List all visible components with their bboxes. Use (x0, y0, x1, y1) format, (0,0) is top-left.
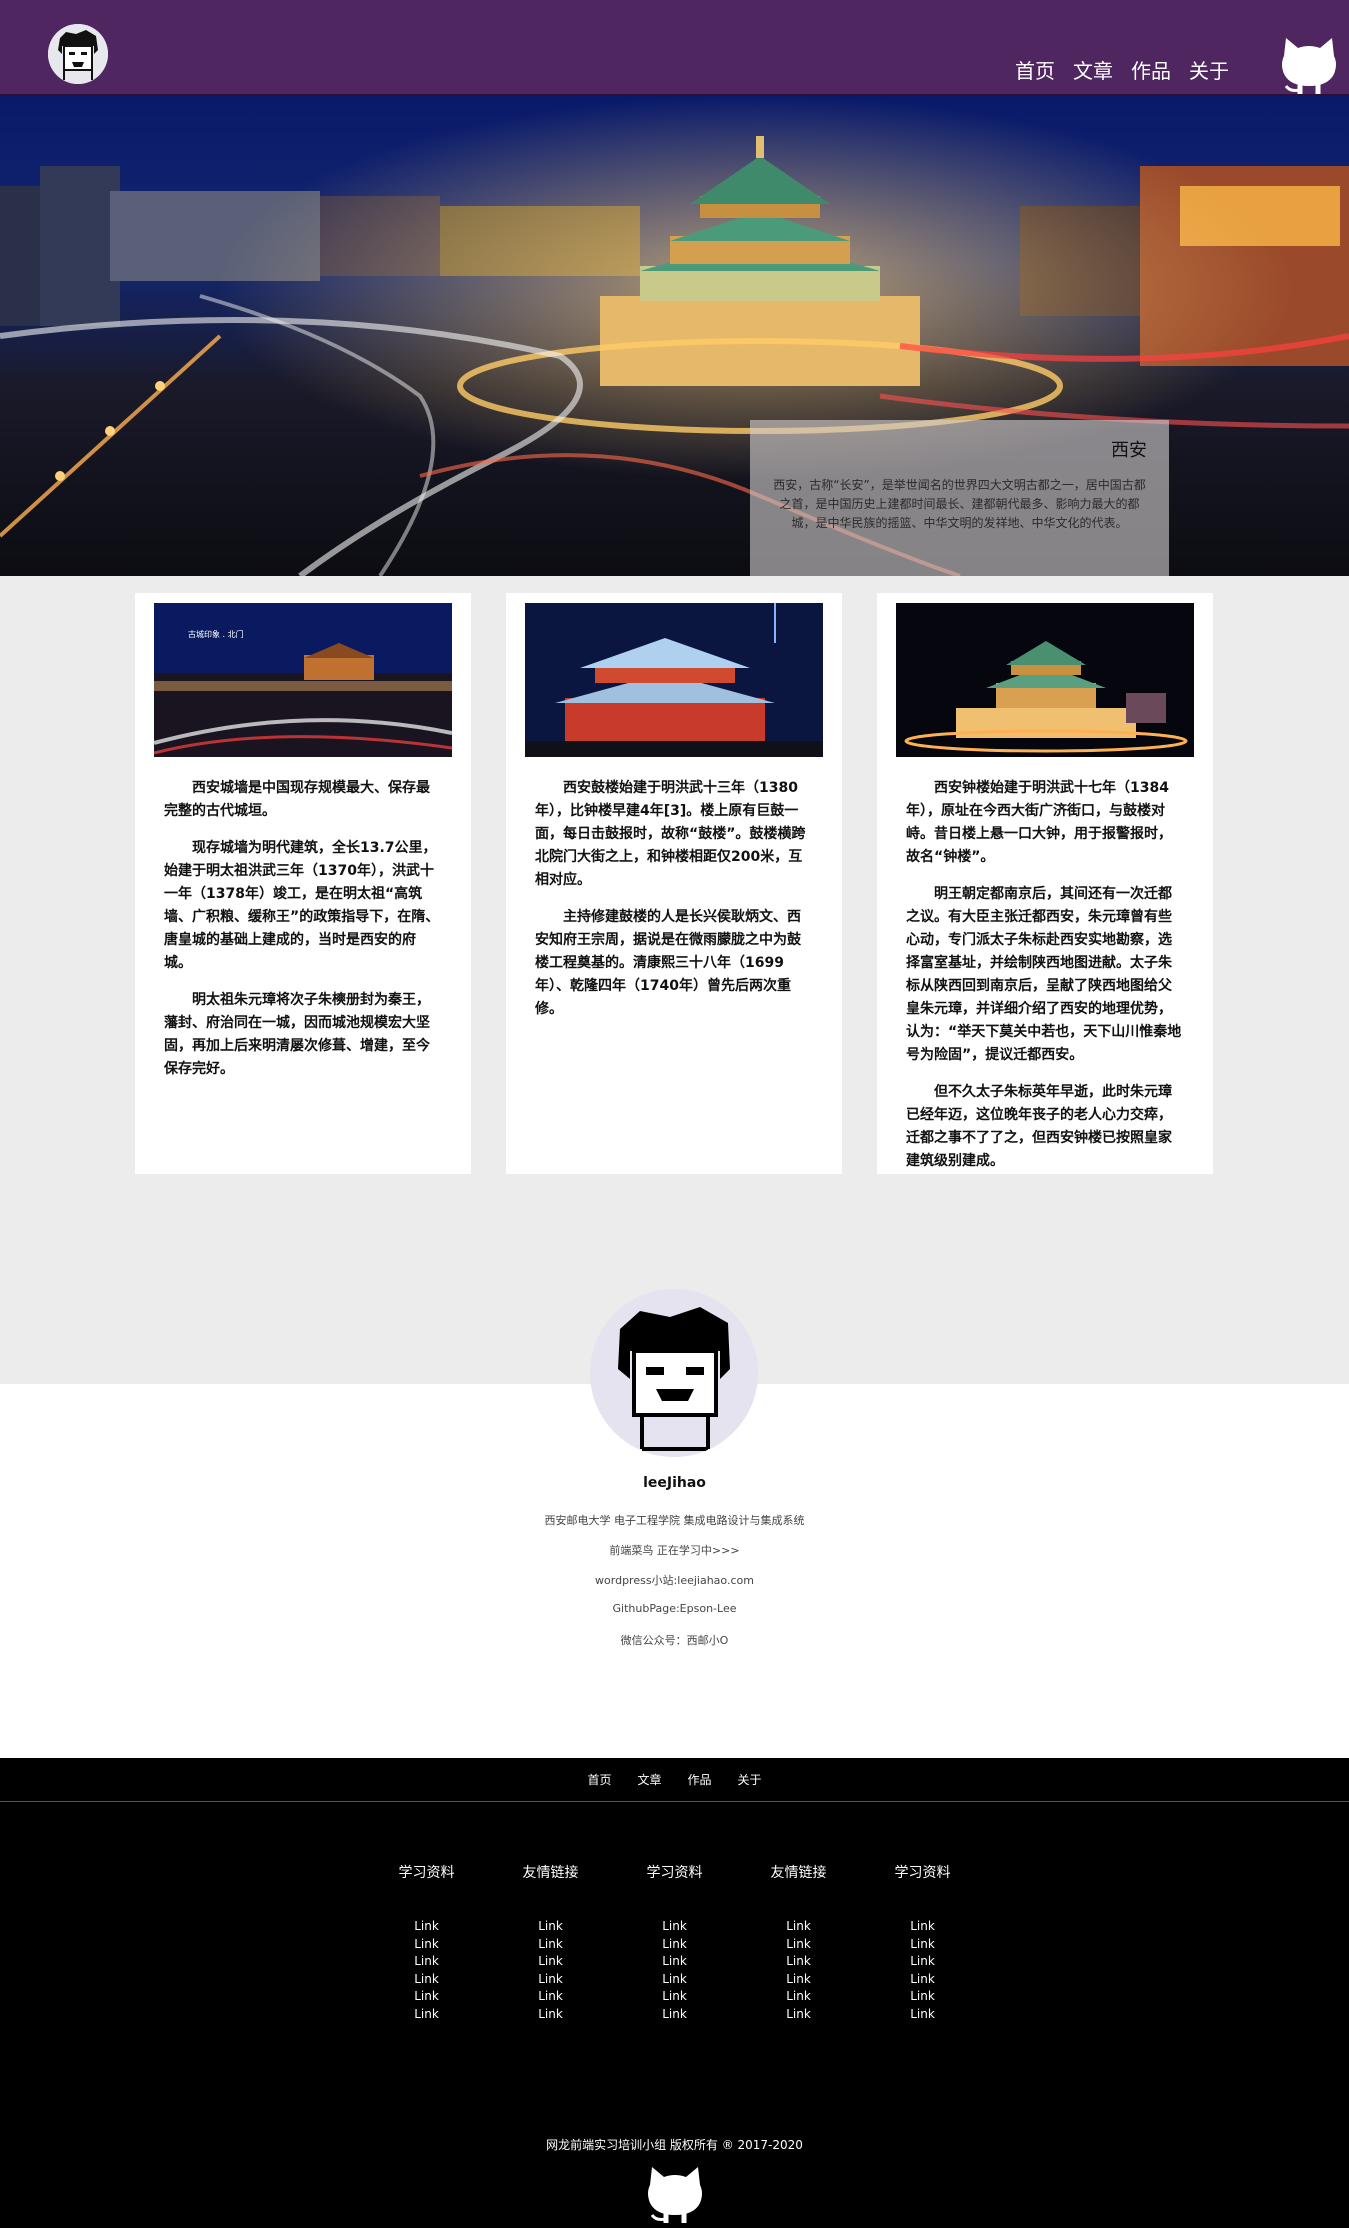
hero-text: 西安，古称“长安”，是举世闻名的世界四大文明古都之一，居中国古都之首，是中国历史… (773, 478, 1146, 530)
footer-link[interactable]: Link (384, 1988, 470, 2006)
profile-avatar (590, 1289, 758, 1457)
footer-link[interactable]: Link (508, 1953, 594, 1971)
footer-link[interactable]: Link (756, 1971, 842, 1989)
card-paragraph: 明王朝定都南京后，其间还有一次迁都之议。有大臣主张迁都西安，朱元璋曾有些心动，专… (906, 886, 1182, 1063)
card-paragraph: 西安城墙是中国现存规模最大、保存最完整的古代城垣。 (164, 780, 430, 819)
avatar-logo-icon (48, 24, 108, 84)
footer-column-title: 友情链接 (770, 1865, 827, 1881)
footer-nav-home[interactable]: 首页 (587, 1771, 611, 1788)
footer-column: 友情链接 Link Link Link Link Link Link (508, 1862, 594, 2023)
card-paragraph: 主持修建鼓楼的人是长兴侯耿炳文、西安知府王宗周，据说是在微雨朦胧之中为鼓楼工程奠… (535, 909, 801, 1017)
card-bell-tower-text: 西安钟楼始建于明洪武十七年（1384年），原址在今西大街广济街口，与鼓楼对峙。昔… (896, 777, 1194, 1173)
footer-column-title: 学习资料 (894, 1865, 951, 1881)
drum-tower-photo (525, 603, 823, 757)
footer-column-title: 学习资料 (398, 1865, 455, 1881)
footer-link[interactable]: Link (880, 1988, 966, 2006)
footer-nav-about[interactable]: 关于 (738, 1771, 762, 1788)
site-logo-avatar[interactable] (48, 24, 108, 84)
footer-nav: 首页 文章 作品 关于 (0, 1758, 1349, 1802)
footer-link[interactable]: Link (508, 1936, 594, 1954)
footer-link[interactable]: Link (384, 1953, 470, 1971)
footer-link[interactable]: Link (384, 1936, 470, 1954)
site-header: 首页 文章 作品 关于 (0, 0, 1349, 96)
card-paragraph: 西安钟楼始建于明洪武十七年（1384年），原址在今西大街广济街口，与鼓楼对峙。昔… (906, 780, 1172, 865)
card-drum-tower-text: 西安鼓楼始建于明洪武十三年（1380年），比钟楼早建4年[3]。楼上原有巨鼓一面… (525, 777, 823, 1021)
footer-link[interactable]: Link (880, 2006, 966, 2024)
bell-tower-image (896, 603, 1194, 757)
footer-link[interactable]: Link (508, 1971, 594, 1989)
footer-link[interactable]: Link (632, 1988, 718, 2006)
footer-link[interactable]: Link (632, 2006, 718, 2024)
city-wall-image (154, 603, 452, 757)
card-drum-tower: 西安鼓楼始建于明洪武十三年（1380年），比钟楼早建4年[3]。楼上原有巨鼓一面… (506, 593, 842, 1174)
footer-column: 友情链接 Link Link Link Link Link Link (756, 1862, 842, 2023)
github-octocat-icon[interactable] (646, 2163, 704, 2225)
nav-home[interactable]: 首页 (1015, 55, 1055, 84)
profile-wordpress-link[interactable]: wordpress小站:leejiahao.com (0, 1572, 1349, 1588)
footer-copyright: 网龙前端实习培训小组 版权所有 ® 2017-2020 (546, 2138, 803, 2152)
footer-link[interactable]: Link (632, 1953, 718, 1971)
footer-link[interactable]: Link (756, 1988, 842, 2006)
profile-status: 前端菜鸟 正在学习中>>> (609, 1544, 740, 1557)
footer-link[interactable]: Link (880, 1953, 966, 1971)
footer-nav-works[interactable]: 作品 (688, 1771, 712, 1788)
nav-about[interactable]: 关于 (1189, 55, 1229, 84)
main-nav: 首页 文章 作品 关于 (1015, 55, 1229, 84)
profile-school: 西安邮电大学 电子工程学院 集成电路设计与集成系统 (544, 1514, 805, 1527)
footer-column: 学习资料 Link Link Link Link Link Link (384, 1862, 470, 2023)
footer-link[interactable]: Link (384, 1918, 470, 1936)
hero-banner: 西安 西安，古称“长安”，是举世闻名的世界四大文明古都之一，居中国古都之首，是中… (0, 96, 1349, 576)
github-octocat-icon[interactable] (1280, 34, 1338, 96)
hero-caption-box: 西安 西安，古称“长安”，是举世闻名的世界四大文明古都之一，居中国古都之首，是中… (750, 420, 1169, 576)
footer-link[interactable]: Link (384, 1971, 470, 1989)
footer-link[interactable]: Link (880, 1936, 966, 1954)
footer-link[interactable]: Link (756, 1918, 842, 1936)
city-wall-photo: 古城印象 . 北门 (154, 603, 452, 757)
footer-link[interactable]: Link (880, 1918, 966, 1936)
footer-nav-articles[interactable]: 文章 (637, 1771, 661, 1788)
footer-link[interactable]: Link (756, 2006, 842, 2024)
footer-link[interactable]: Link (632, 1918, 718, 1936)
nav-articles[interactable]: 文章 (1073, 55, 1113, 84)
card-city-wall: 古城印象 . 北门 西安城墙是中国现存规模最大、保存最完整的古代城垣。 现存城墙… (135, 593, 471, 1174)
footer-column: 学习资料 Link Link Link Link Link Link (880, 1862, 966, 2023)
hero-title: 西安 (1111, 440, 1147, 461)
footer-link[interactable]: Link (508, 1988, 594, 2006)
card-paragraph: 现存城墙为明代建筑，全长13.7公里，始建于明太祖洪武三年（1370年），洪武十… (164, 840, 440, 971)
card-city-wall-text: 西安城墙是中国现存规模最大、保存最完整的古代城垣。 现存城墙为明代建筑，全长13… (154, 777, 452, 1081)
footer-column-title: 友情链接 (522, 1865, 579, 1881)
footer-link[interactable]: Link (384, 2006, 470, 2024)
footer-column: 学习资料 Link Link Link Link Link Link (632, 1862, 718, 2023)
card-paragraph: 明太祖朱元璋将次子朱樉册封为秦王，藩封、府治同在一城，因而城池规模宏大坚固，再加… (164, 992, 430, 1077)
footer-column-title: 学习资料 (646, 1865, 703, 1881)
footer-link[interactable]: Link (508, 2006, 594, 2024)
footer-link-columns: 学习资料 Link Link Link Link Link Link 友情链接 … (0, 1862, 1349, 2023)
bell-tower-photo (896, 603, 1194, 757)
footer-link[interactable]: Link (632, 1971, 718, 1989)
pixel-portrait-icon (590, 1289, 758, 1457)
card-paragraph: 西安鼓楼始建于明洪武十三年（1380年），比钟楼早建4年[3]。楼上原有巨鼓一面… (535, 780, 806, 888)
drum-tower-image (525, 603, 823, 757)
footer-link[interactable]: Link (632, 1936, 718, 1954)
footer-link[interactable]: Link (756, 1936, 842, 1954)
nav-works[interactable]: 作品 (1131, 55, 1171, 84)
profile-github-link[interactable]: GithubPage:Epson-Lee (0, 1602, 1349, 1615)
footer-link[interactable]: Link (880, 1971, 966, 1989)
card-bell-tower: 西安钟楼始建于明洪武十七年（1384年），原址在今西大街广济街口，与鼓楼对峙。昔… (877, 593, 1213, 1174)
profile-name: leeJihao (643, 1475, 706, 1491)
profile-wechat: 微信公众号：西邮小O (620, 1634, 729, 1647)
city-wall-photo-caption: 古城印象 . 北门 (188, 630, 244, 639)
card-paragraph: 但不久太子朱标英年早逝，此时朱元璋已经年迈，这位晚年丧子的老人心力交瘁，迁都之事… (906, 1084, 1172, 1169)
footer-link[interactable]: Link (508, 1918, 594, 1936)
footer-link[interactable]: Link (756, 1953, 842, 1971)
